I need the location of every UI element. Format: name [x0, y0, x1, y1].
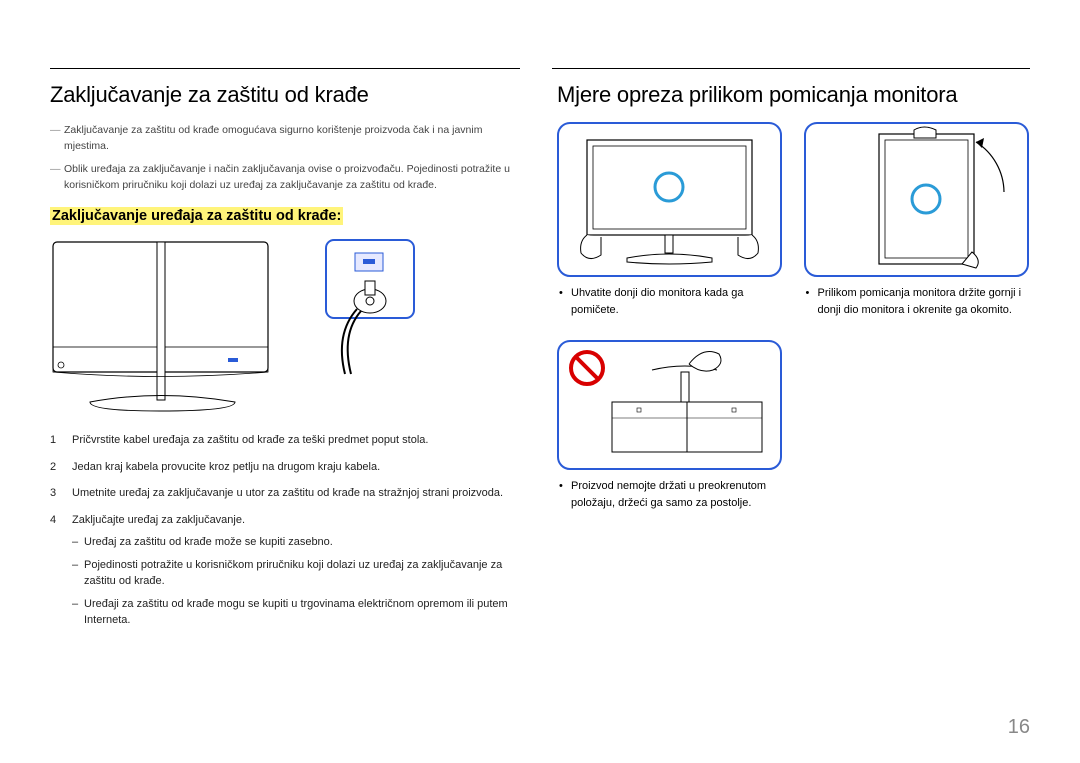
left-heading: Zaključavanje za zaštitu od krađe	[50, 82, 523, 108]
caption-do-not-stand: Proizvod nemojte držati u preokrenutom p…	[557, 478, 784, 511]
caption-rotate: Prilikom pomicanja monitora držite gornj…	[804, 285, 1031, 318]
lock-diagram-row	[50, 239, 523, 414]
right-column: Mjere opreza prilikom pomicanja monitora	[557, 82, 1030, 645]
caption-hold-bottom: Uhvatite donji dio monitora kada ga pomi…	[557, 285, 784, 318]
step-2: Jedan kraj kabela provucite kroz petlju …	[50, 459, 523, 476]
dash-icon: ―	[50, 122, 64, 155]
step-3: Umetnite uređaj za zaključavanje u utor …	[50, 485, 523, 502]
hold-bottom-illustration	[557, 122, 782, 277]
rotate-portrait-illustration	[804, 122, 1029, 277]
left-column: Zaključavanje za zaštitu od krađe ― Zakl…	[50, 82, 523, 645]
note-2: ― Oblik uređaja za zaključavanje i način…	[50, 161, 523, 194]
sub-1: Uređaj za zaštitu od krađe može se kupit…	[72, 534, 523, 551]
sub-3: Uređaji za zaštitu od krađe mogu se kupi…	[72, 596, 523, 629]
right-heading: Mjere opreza prilikom pomicanja monitora	[557, 82, 1030, 108]
note-1: ― Zaključavanje za zaštitu od krađe omog…	[50, 122, 523, 155]
left-subheading: Zaključavanje uređaja za zaštitu od krađ…	[50, 207, 343, 225]
dash-icon: ―	[50, 161, 64, 194]
step-1: Pričvrstite kabel uređaja za zaštitu od …	[50, 432, 523, 449]
monitor-back-illustration	[50, 239, 295, 414]
do-not-hold-stand-illustration	[557, 340, 782, 470]
steps-list: Pričvrstite kabel uređaja za zaštitu od …	[50, 432, 523, 635]
step-4: Zaključajte uređaj za zaključavanje. Ure…	[50, 512, 523, 635]
lock-closeup-illustration	[325, 239, 415, 379]
sub-2: Pojedinosti potražite u korisničkom prir…	[72, 557, 523, 590]
page-number: 16	[1008, 716, 1030, 739]
